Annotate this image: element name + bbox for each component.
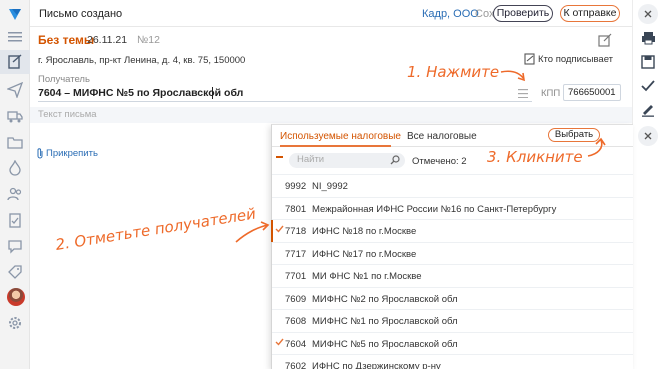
annotation-step-2: 2. Отметьте получателей	[54, 204, 258, 254]
settings-icon[interactable]	[5, 313, 25, 333]
annotation-step-3: 3. Кликните	[487, 148, 583, 166]
office-code: 7717	[285, 248, 307, 260]
selected-count: Отмечено: 2	[412, 156, 467, 167]
tax-office-row[interactable]: 7602 ИФНС по Дзержинскому р-ну	[272, 354, 633, 369]
office-code: 7718	[285, 226, 307, 237]
office-code: 7608	[285, 316, 307, 327]
active-tab-underline	[280, 145, 391, 147]
deselect-all-toggle[interactable]	[276, 156, 283, 158]
document-date: 26.11.21	[87, 34, 128, 46]
office-code: 7604	[285, 338, 307, 350]
avatar[interactable]	[7, 288, 25, 306]
popup-tabs: Используемые налоговые Все налоговые Выб…	[272, 125, 633, 147]
menu-icon[interactable]	[5, 27, 25, 47]
document-edit-icon[interactable]	[5, 52, 25, 72]
recipient-field[interactable]: 7604 – МИФНС №5 по Ярославской обл	[38, 86, 532, 102]
send-button[interactable]: К отправке	[560, 5, 620, 22]
org-link[interactable]: Кадр, ООО	[422, 8, 479, 20]
tax-office-row[interactable]: 7718 ИФНС №18 по г.Москве	[271, 219, 633, 242]
list-icon[interactable]	[518, 89, 528, 101]
letter-text-field[interactable]: Текст письма	[30, 107, 632, 123]
signer-link[interactable]: Кто подписывает	[538, 54, 613, 65]
row-checkmark-icon[interactable]	[275, 180, 285, 190]
attach-link[interactable]: Прикрепить	[46, 148, 98, 159]
recipient-label: Получатель	[38, 74, 90, 85]
office-code: 9992	[285, 181, 307, 192]
row-checkmark-icon[interactable]	[275, 248, 285, 258]
send-icon[interactable]	[5, 80, 25, 100]
office-name: NI_9992	[312, 181, 348, 192]
tax-office-row[interactable]: 7701 МИ ФНС №1 по г.Москве	[272, 264, 633, 287]
tab-all-offices[interactable]: Все налоговые	[407, 131, 477, 142]
row-checkmark-icon[interactable]	[275, 270, 285, 280]
office-name: МИФНС №2 по Ярославской обл	[312, 293, 458, 305]
logo-icon[interactable]	[5, 4, 25, 24]
row-checkmark-icon[interactable]	[275, 203, 285, 213]
office-name: МИФНС №5 по Ярославской обл	[312, 338, 458, 350]
fire-icon[interactable]	[5, 158, 25, 178]
edit-form-icon[interactable]	[598, 33, 612, 50]
tab-used-offices[interactable]: Используемые налоговые	[280, 131, 401, 142]
office-code: 7701	[285, 271, 307, 282]
close-icon[interactable]	[638, 4, 658, 24]
row-checkmark-icon[interactable]	[275, 360, 285, 369]
document-status-title: Письмо создано	[39, 8, 123, 20]
tax-office-row[interactable]: 7717 ИФНС №17 по г.Москве	[272, 241, 633, 265]
check-icon[interactable]	[638, 76, 658, 96]
print-icon[interactable]	[638, 28, 658, 48]
tax-office-row[interactable]: 7604 МИФНС №5 по Ярославской обл	[272, 331, 633, 355]
folder-icon[interactable]	[5, 132, 25, 152]
office-name: Межрайонная ИФНС России №16 по Санкт-Пет…	[312, 203, 557, 215]
letter-placeholder: Текст письма	[38, 109, 97, 120]
popup-close-icon[interactable]	[638, 126, 658, 146]
checklist-icon[interactable]	[5, 210, 25, 230]
left-nav-rail	[0, 0, 30, 369]
annotation-arrow-3	[587, 137, 606, 157]
right-action-rail	[632, 0, 662, 369]
office-code: 7602	[285, 361, 307, 369]
search-icon[interactable]	[390, 155, 400, 168]
document-header: Письмо создано Кадр, ООО Сохранить Прове…	[30, 0, 632, 27]
chat-icon[interactable]	[5, 236, 25, 256]
search-placeholder: Найти	[297, 154, 325, 165]
annotation-arrow-1	[500, 70, 525, 82]
check-button[interactable]: Проверить	[493, 5, 553, 22]
office-name: ИФНС №18 по г.Москве	[312, 226, 417, 237]
office-code: 7609	[285, 293, 307, 305]
kpp-label: КПП	[541, 88, 561, 99]
tax-office-list: 9992 NI_9992 7801 Межрайонная ИФНС России №…	[271, 174, 633, 369]
office-name: ИФНС по Дзержинскому р-ну	[312, 361, 441, 369]
save-icon[interactable]	[638, 52, 658, 72]
row-checkmark-icon[interactable]	[275, 338, 285, 348]
tax-office-row[interactable]: 7801 Межрайонная ИФНС России №16 по Санкт…	[272, 196, 633, 220]
text-cursor	[212, 87, 213, 99]
office-code: 7801	[285, 203, 307, 215]
office-name: МИ ФНС №1 по г.Москве	[312, 271, 422, 282]
document-number: №12	[137, 34, 160, 46]
office-name: МИФНС №1 по Ярославской обл	[312, 316, 458, 327]
sender-address[interactable]: г. Ярославль, пр-кт Ленина, д. 4, кв. 75…	[38, 55, 245, 66]
tax-office-row[interactable]: 7608 МИФНС №1 по Ярославской обл	[272, 309, 633, 332]
tag-icon[interactable]	[5, 262, 25, 282]
paperclip-icon	[36, 148, 44, 162]
sign-icon[interactable]	[638, 100, 658, 120]
row-checkmark-icon[interactable]	[275, 315, 285, 325]
row-checkmark-icon[interactable]	[275, 225, 285, 235]
search-input[interactable]: Найти	[289, 153, 405, 168]
truck-icon[interactable]	[5, 106, 25, 126]
annotation-arrow-2	[235, 221, 270, 243]
row-checkmark-icon[interactable]	[275, 293, 285, 303]
subject-title[interactable]: Без темы	[38, 33, 94, 47]
people-icon[interactable]	[5, 184, 25, 204]
annotation-step-1: 1. Нажмите	[407, 63, 500, 81]
office-name: ИФНС №17 по г.Москве	[312, 248, 417, 260]
tax-office-row[interactable]: 9992 NI_9992	[272, 174, 633, 197]
kpp-field[interactable]: 766650001	[563, 84, 621, 101]
tax-office-row[interactable]: 7609 МИФНС №2 по Ярославской обл	[272, 286, 633, 310]
